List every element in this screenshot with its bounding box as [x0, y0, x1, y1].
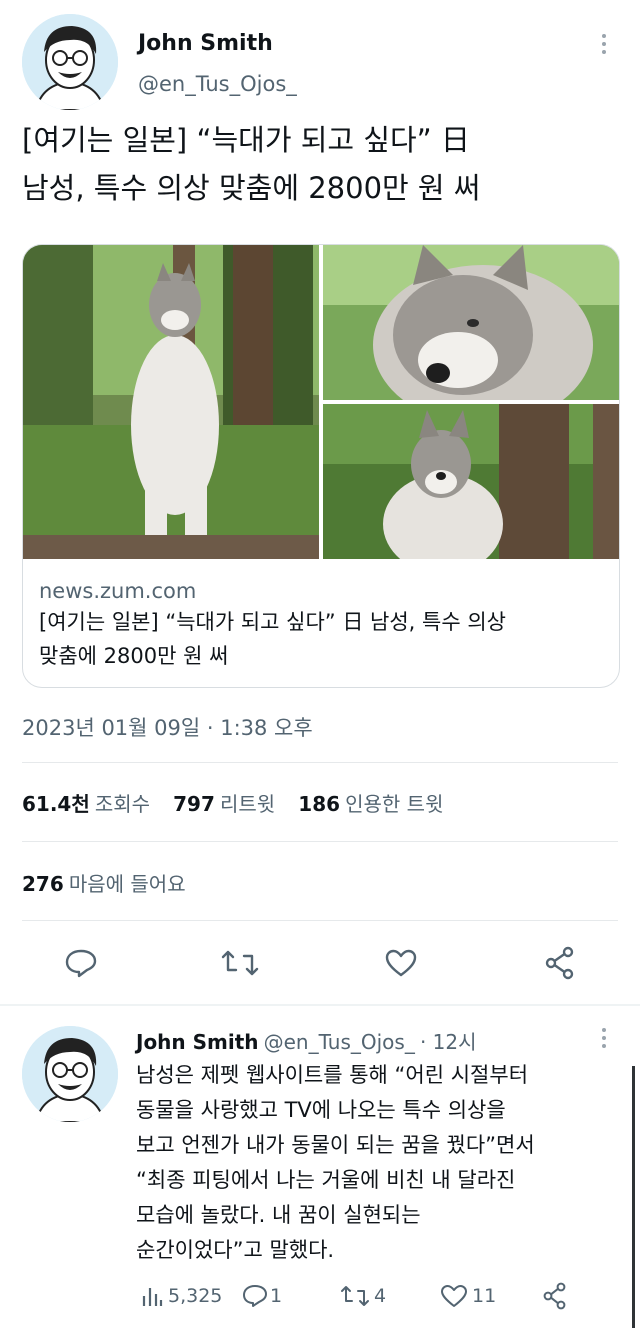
- tweet-text: [여기는 일본] “늑대가 되고 싶다” 日 남성, 특수 의상 맞춤에 280…: [22, 116, 622, 212]
- tweet-text-line: 남성, 특수 의상 맞춤에 2800만 원 써: [22, 171, 481, 205]
- card-image-wolf-standing: [23, 245, 319, 559]
- quotes-label[interactable]: 인용한 트윗: [345, 792, 443, 816]
- reply-replies-count: 1: [270, 1285, 283, 1307]
- reply-retweets[interactable]: 4: [340, 1284, 386, 1308]
- reply-author-handle[interactable]: @en_Tus_Ojos_: [264, 1030, 415, 1054]
- tweet-text-line: [여기는 일본] “늑대가 되고 싶다” 日: [22, 123, 470, 157]
- quotes-count[interactable]: 186: [298, 792, 340, 816]
- author-name[interactable]: John Smith: [138, 31, 273, 56]
- reply-text-line: 순간이었다”고 말했다.: [136, 1238, 335, 1262]
- reply-text-line: 동물을 사랑했고 TV에 나오는 특수 의상을: [136, 1098, 506, 1122]
- views-count[interactable]: 61.4천: [22, 792, 90, 816]
- likes-label[interactable]: 마음에 들어요: [69, 872, 186, 896]
- divider: [22, 920, 618, 921]
- like-icon[interactable]: [384, 948, 418, 978]
- like-icon: [440, 1284, 468, 1308]
- reply-views[interactable]: 5,325: [140, 1284, 222, 1308]
- stats-row: 61.4천 조회수 797 리트윗 186 인용한 트윗: [22, 788, 443, 817]
- retweets-count[interactable]: 797: [173, 792, 215, 816]
- reply-text-line: 모습에 놀랐다. 내 꿈이 실현되는: [136, 1203, 421, 1227]
- reply-author-name[interactable]: John Smith: [136, 1030, 259, 1054]
- reply-text-line: 남성은 제펫 웹사이트를 통해 “어린 시절부터: [136, 1063, 529, 1087]
- link-card[interactable]: news.zum.com [여기는 일본] “늑대가 되고 싶다” 日 남성, …: [22, 244, 620, 688]
- author-avatar[interactable]: [22, 14, 118, 110]
- more-vertical-icon[interactable]: [596, 1026, 612, 1052]
- card-image-wolf-tree: [323, 404, 619, 559]
- divider: [22, 762, 618, 763]
- card-title-line: [여기는 일본] “늑대가 되고 싶다” 日 남성, 특수 의상: [39, 610, 506, 634]
- likes-row: 276 마음에 들어요: [22, 868, 186, 897]
- retweet-icon[interactable]: [220, 948, 260, 978]
- views-label[interactable]: 조회수: [95, 792, 150, 816]
- reply-icon[interactable]: [64, 948, 98, 978]
- card-title-line: 맞춤에 2800만 원 써: [39, 644, 229, 668]
- card-image-grid: [23, 245, 619, 559]
- reply-icon: [242, 1284, 268, 1308]
- reply-retweets-count: 4: [374, 1285, 387, 1307]
- card-domain: news.zum.com: [39, 579, 197, 603]
- reply-time[interactable]: · 12시: [420, 1030, 477, 1054]
- likes-count[interactable]: 276: [22, 872, 64, 896]
- tweet-timestamp[interactable]: 2023년 01월 09일 · 1:38 오후: [22, 712, 313, 742]
- divider: [22, 841, 618, 842]
- reply-likes[interactable]: 11: [440, 1284, 496, 1308]
- share-icon[interactable]: [544, 946, 576, 980]
- more-vertical-icon[interactable]: [596, 32, 612, 58]
- card-image-wolf-face: [323, 245, 619, 400]
- author-handle[interactable]: @en_Tus_Ojos_: [138, 72, 297, 96]
- reply-text: 남성은 제펫 웹사이트를 통해 “어린 시절부터 동물을 사랑했고 TV에 나오…: [136, 1058, 626, 1268]
- retweets-label[interactable]: 리트윗: [220, 792, 275, 816]
- card-title: [여기는 일본] “늑대가 되고 싶다” 日 남성, 특수 의상 맞춤에 280…: [39, 605, 609, 673]
- retweet-icon: [340, 1284, 370, 1308]
- reply-replies[interactable]: 1: [242, 1284, 282, 1308]
- views-icon: [140, 1284, 164, 1308]
- reply-header: John Smith @en_Tus_Ojos_ · 12시: [136, 1026, 477, 1055]
- reply-text-line: “최종 피팅에서 나는 거울에 비친 내 달라진: [136, 1168, 516, 1192]
- divider: [0, 1004, 640, 1006]
- share-icon[interactable]: [542, 1282, 568, 1310]
- reply-likes-count: 11: [472, 1285, 497, 1307]
- reply-views-count: 5,325: [168, 1285, 223, 1307]
- reply-text-line: 보고 언젠가 내가 동물이 되는 꿈을 꿨다”면서: [136, 1133, 535, 1157]
- reply-author-avatar[interactable]: [22, 1026, 118, 1122]
- scrollbar[interactable]: [632, 1066, 635, 1328]
